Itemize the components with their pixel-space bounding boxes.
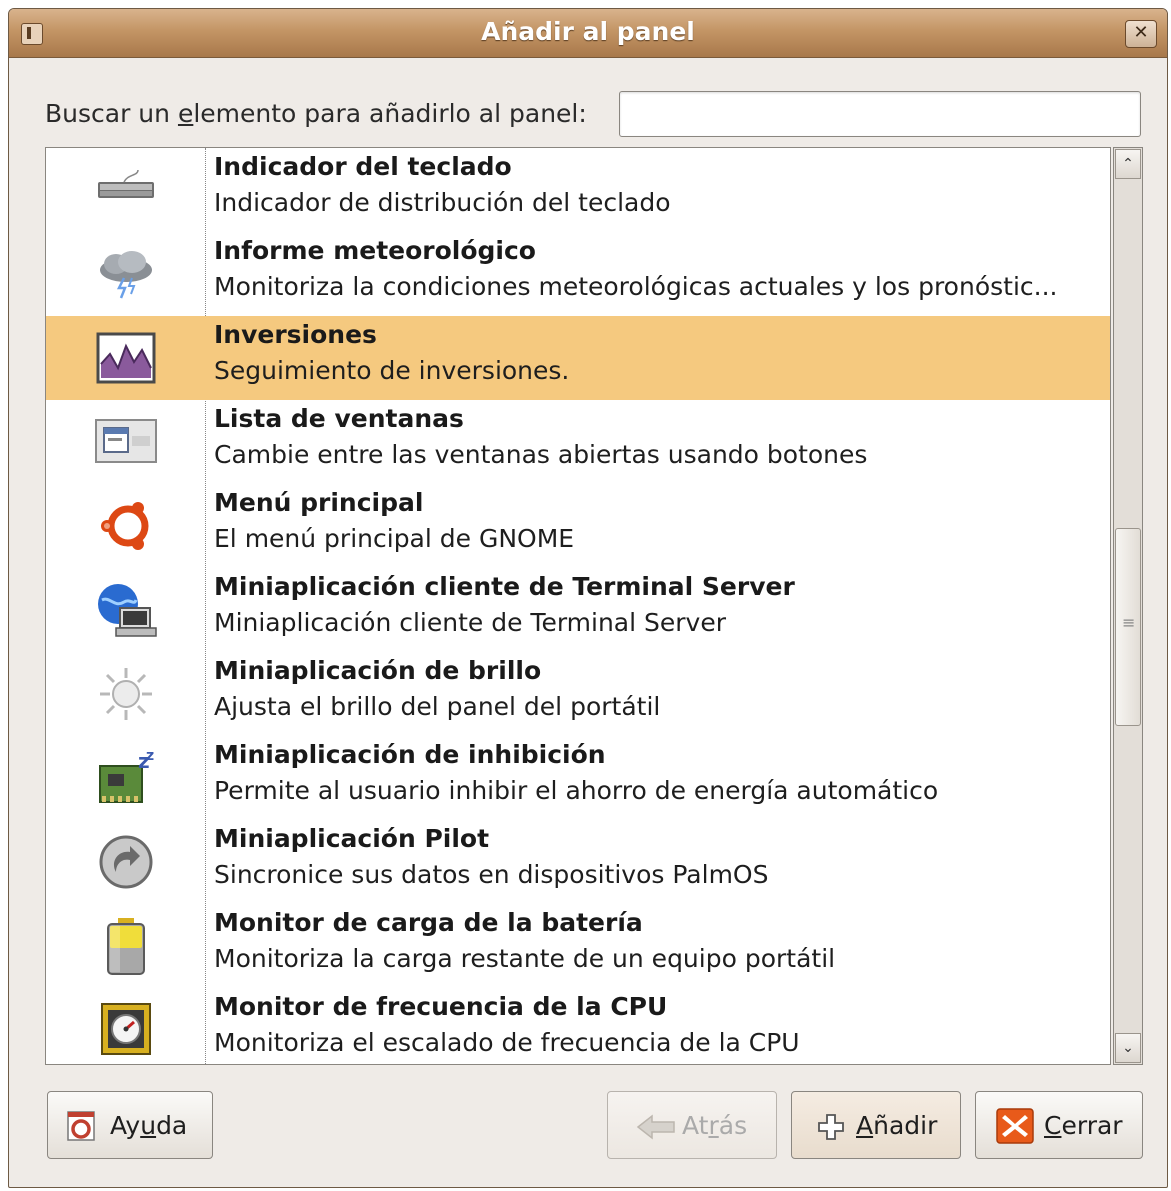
ubuntu-logo-icon [101,502,149,550]
help-label: Ayuda [110,1111,188,1140]
add-label: Añadir [856,1111,938,1140]
item-name: Miniaplicación Pilot [214,824,490,853]
item-name: Miniaplicación de brillo [214,656,542,685]
list-scrollbar[interactable]: ⌃ ⌄ [1113,147,1143,1065]
close-x-icon [996,1108,1034,1144]
item-description: El menú principal de GNOME [214,524,575,553]
add-button[interactable]: Añadir [791,1091,961,1159]
close-window-button[interactable]: ✕ [1125,20,1157,48]
item-description: Indicador de distribución del teclado [214,188,671,217]
close-button[interactable]: Cerrar [975,1091,1143,1159]
list-item[interactable]: Miniaplicación Pilot Sincronice sus dato… [46,820,1110,904]
stock-chart-icon [96,332,156,384]
battery-icon [107,918,145,975]
back-arrow-icon [636,1114,675,1140]
item-name: Monitor de frecuencia de la CPU [214,992,668,1021]
list-item[interactable]: z z Miniaplicación de inhibición Permite… [46,736,1110,820]
item-name: Lista de ventanas [214,404,464,433]
item-description: Permite al usuario inhibir el ahorro de … [214,776,939,805]
item-description: Cambie entre las ventanas abiertas usand… [214,440,868,469]
scroll-thumb[interactable] [1115,528,1141,726]
search-input[interactable] [619,91,1141,137]
svg-text:z: z [146,748,154,764]
item-name: Indicador del teclado [214,152,512,181]
add-to-panel-dialog: Añadir al panel ✕ Buscar un elemento par… [8,8,1168,1188]
item-name: Monitor de carga de la batería [214,908,643,937]
item-name: Miniaplicación cliente de Terminal Serve… [214,572,795,601]
plus-icon [818,1114,844,1140]
weather-storm-icon [100,251,152,299]
item-name: Miniaplicación de inhibición [214,740,606,769]
list-item[interactable]: Indicador del teclado Indicador de distr… [46,148,1110,232]
item-description: Ajusta el brillo del panel del portátil [214,692,661,721]
list-item[interactable]: Menú principal El menú principal de GNOM… [46,484,1110,568]
applet-list[interactable]: Indicador del teclado Indicador de distr… [45,147,1111,1065]
titlebar[interactable]: Añadir al panel ✕ [9,9,1167,58]
item-description: Monitoriza la condiciones meteorológicas… [214,272,1058,301]
back-button[interactable]: Atrás [607,1091,777,1159]
list-item[interactable]: Informe meteorológico Monitoriza la cond… [46,232,1110,316]
item-description: Seguimiento de inversiones. [214,356,570,385]
item-description: Sincronice sus datos en dispositivos Pal… [214,860,769,889]
keyboard-icon [98,169,154,198]
close-label: Cerrar [1044,1111,1123,1140]
network-computer-icon [98,584,157,637]
item-name: Inversiones [214,320,377,349]
help-button[interactable]: Ayuda [47,1091,213,1159]
list-item[interactable]: Monitor de carga de la batería Monitoriz… [46,904,1110,988]
list-item-selected[interactable]: Inversiones Seguimiento de inversiones. [46,316,1110,400]
item-name: Informe meteorológico [214,236,536,265]
item-description: Miniaplicación cliente de Terminal Serve… [214,608,726,637]
inhibit-chip-icon: z z [99,748,154,803]
item-description: Monitoriza la carga restante de un equip… [214,944,836,973]
window-title: Añadir al panel [481,17,695,46]
list-item[interactable]: Monitor de frecuencia de la CPU Monitori… [46,988,1110,1064]
list-item[interactable]: Miniaplicación de brillo Ajusta el brill… [46,652,1110,736]
scroll-up-button[interactable]: ⌃ [1115,149,1141,179]
search-label: Buscar un elemento para añadirlo al pane… [45,99,587,128]
sync-arrow-icon [99,835,153,889]
window-list-icon [95,419,157,463]
help-lifebuoy-icon [67,1111,95,1141]
list-item[interactable]: Miniaplicación cliente de Terminal Serve… [46,568,1110,652]
item-name: Menú principal [214,488,424,517]
scroll-down-button[interactable]: ⌄ [1115,1033,1141,1063]
list-item[interactable]: Lista de ventanas Cambie entre las venta… [46,400,1110,484]
search-row: Buscar un elemento para añadirlo al pane… [45,91,1155,143]
cpu-gauge-icon [101,1003,151,1055]
item-description: Monitoriza el escalado de frecuencia de … [214,1028,800,1057]
back-label: Atrás [682,1111,748,1140]
brightness-sun-icon [100,668,152,720]
